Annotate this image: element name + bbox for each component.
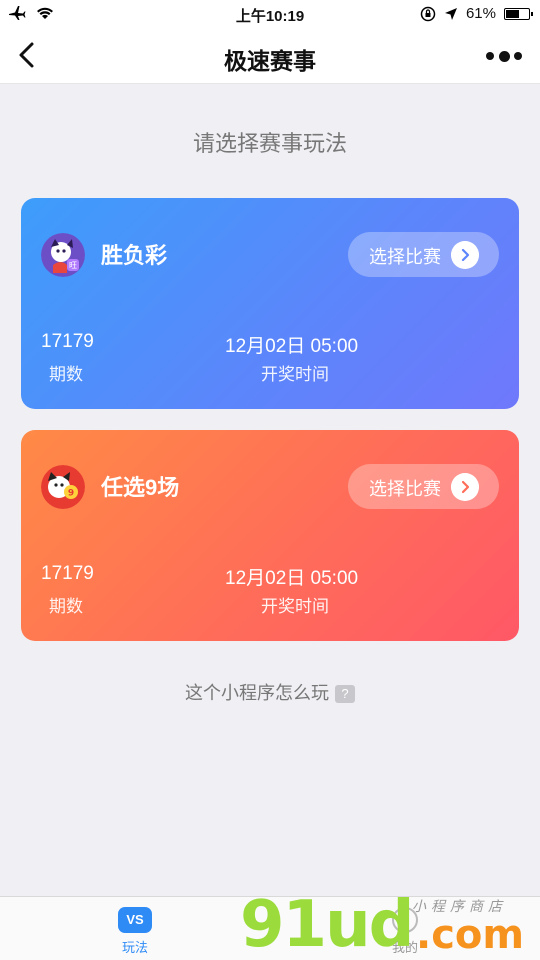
more-dot-icon: [498, 50, 510, 62]
how-to-play-label: 这个小程序怎么玩: [185, 683, 329, 703]
more-options-button[interactable]: [486, 42, 522, 70]
battery-icon: [504, 7, 533, 20]
select-match-button[interactable]: 选择比赛: [348, 232, 499, 277]
select-match-label: 选择比赛: [369, 479, 441, 499]
location-arrow-icon: [444, 7, 457, 20]
more-dot-icon: [514, 52, 522, 60]
battery-percent: 61%: [465, 5, 496, 22]
how-to-play-link[interactable]: 这个小程序怎么玩?: [0, 679, 540, 705]
page-title: 极速赛事: [224, 48, 316, 74]
help-question-icon: ?: [335, 685, 355, 703]
watermark-brand: 91ud: [240, 888, 414, 960]
game-card-shengfucai[interactable]: 旺 胜负彩 选择比赛 17179 期数 12月02日 05:00 开奖时间: [21, 198, 519, 409]
tab-play-label: 玩法: [121, 940, 148, 955]
game-name: 胜负彩: [101, 243, 168, 268]
navigation-bar: 极速赛事: [0, 28, 540, 84]
chevron-right-icon: [451, 473, 479, 501]
issue-number: 17179: [41, 331, 94, 352]
draw-time: 12月02日 05:00: [225, 568, 359, 589]
issue-number: 17179: [41, 563, 94, 584]
issue-label: 期数: [49, 597, 83, 616]
draw-time-label: 开奖时间: [261, 365, 329, 384]
select-match-label: 选择比赛: [369, 247, 441, 267]
vs-icon: VS: [118, 907, 152, 933]
status-bar: 上午10:19 61%: [0, 0, 540, 28]
section-subtitle: 请选择赛事玩法: [192, 131, 347, 156]
issue-label: 期数: [49, 365, 83, 384]
game-card-renxuan9[interactable]: 9 任选9场 选择比赛 17179 期数 12月02日 05:00 开奖时间: [21, 430, 519, 641]
game-name: 任选9场: [101, 475, 180, 500]
tab-play[interactable]: VS 玩法: [95, 907, 175, 956]
svg-text:旺: 旺: [69, 261, 77, 270]
rotation-lock-icon: [420, 6, 436, 21]
draw-time: 12月02日 05:00: [225, 336, 359, 357]
chevron-right-icon: [451, 241, 479, 269]
watermark-logo: 91ud 小程序商店 .com: [240, 888, 540, 960]
dog-mascot-icon: 9: [41, 465, 85, 509]
dog-mascot-icon: 旺: [41, 233, 85, 277]
svg-text:9: 9: [68, 489, 74, 499]
watermark-domain: .com: [416, 912, 525, 958]
select-match-button[interactable]: 选择比赛: [348, 464, 499, 509]
status-right: 61%: [420, 5, 533, 22]
more-dot-icon: [486, 52, 494, 60]
draw-time-label: 开奖时间: [261, 597, 329, 616]
